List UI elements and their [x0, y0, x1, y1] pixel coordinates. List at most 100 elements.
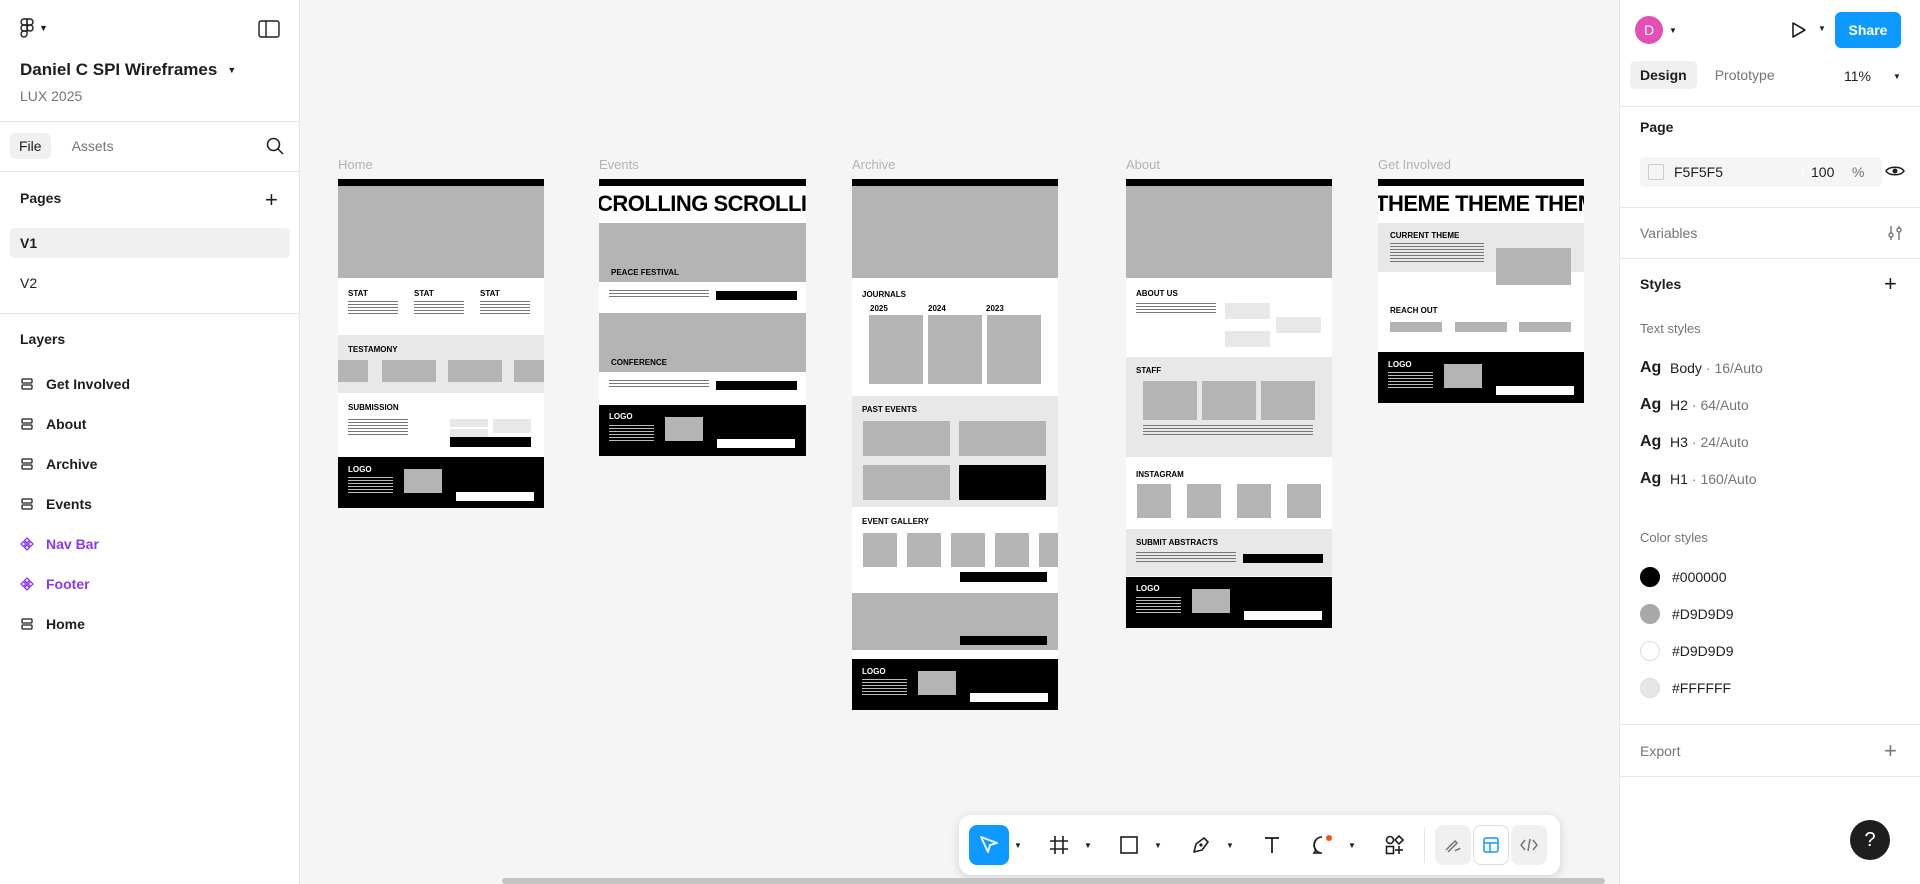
actions-icon — [1385, 834, 1405, 855]
layer-home[interactable]: Home — [20, 612, 85, 636]
frame-about[interactable]: ABOUT US STAFF INSTAGRAM SUBMIT ABSTRACT… — [1126, 179, 1332, 628]
zoom-level: 11% — [1844, 68, 1871, 84]
text-style-body[interactable]: Ag Body · 16/Auto — [1640, 359, 1763, 377]
dev-mode-button[interactable] — [1511, 825, 1547, 865]
testimony-title: TESTAMONY — [348, 345, 398, 354]
frame-label-home[interactable]: Home — [338, 157, 373, 172]
color-style-item[interactable]: #000000 — [1640, 567, 1727, 587]
learn-more-button — [716, 381, 797, 390]
footer-button — [970, 693, 1048, 702]
add-export-button[interactable]: + — [1884, 738, 1897, 764]
design-mode-button[interactable] — [1473, 825, 1509, 865]
move-tool-button[interactable] — [969, 825, 1009, 865]
variables-button[interactable] — [1886, 224, 1904, 247]
page-fill-field[interactable]: F5F5F5 100 % — [1640, 157, 1882, 187]
footer-field — [1192, 589, 1230, 613]
chevron-down-icon: ▼ — [1084, 840, 1092, 850]
project-name[interactable]: LUX 2025 — [20, 88, 82, 104]
divider — [1620, 258, 1920, 259]
layer-footer[interactable]: Footer — [20, 572, 90, 596]
tab-assets[interactable]: Assets — [63, 133, 123, 159]
add-page-button[interactable]: + — [265, 187, 278, 213]
stat-text — [414, 301, 464, 315]
color-style-item[interactable]: #D9D9D9 — [1640, 604, 1733, 624]
share-button[interactable]: Share — [1835, 12, 1901, 48]
color-style-item[interactable]: #FFFFFF — [1640, 678, 1731, 698]
footer-field — [918, 671, 956, 695]
layer-get-involved[interactable]: Get Involved — [20, 372, 130, 396]
toggle-sidebar-button[interactable] — [258, 20, 280, 43]
footer-text — [348, 477, 393, 493]
frame-get-involved[interactable]: THEME THEME THEME CURRENT THEME REACH OU… — [1378, 179, 1584, 403]
tab-prototype[interactable]: Prototype — [1705, 61, 1785, 89]
color-style-item[interactable]: #D9D9D9 — [1640, 641, 1733, 661]
actions-button[interactable] — [1375, 825, 1415, 865]
text-style-h2[interactable]: Ag H2 · 64/Auto — [1640, 396, 1749, 414]
text-style-h1[interactable]: Ag H1 · 160/Auto — [1640, 470, 1757, 488]
plus-icon: + — [1884, 271, 1897, 296]
main-menu-button[interactable]: ▼ — [20, 18, 48, 38]
play-icon — [1792, 22, 1806, 38]
frame-label-events[interactable]: Events — [599, 157, 639, 172]
gallery-image — [951, 533, 985, 567]
text-style-h3[interactable]: Ag H3 · 24/Auto — [1640, 433, 1749, 451]
reach-out-title: REACH OUT — [1390, 306, 1438, 315]
layer-archive[interactable]: Archive — [20, 452, 97, 476]
footer-logo: LOGO — [862, 667, 886, 676]
add-style-button[interactable]: + — [1884, 271, 1897, 297]
comment-tool-menu[interactable]: ▼ — [1345, 825, 1359, 865]
footer-text — [1388, 372, 1433, 388]
frame-layer-icon — [21, 498, 33, 510]
horizontal-scrollbar[interactable] — [502, 878, 1605, 884]
text-style-meta: · 24/Auto — [1691, 434, 1749, 450]
frame-home[interactable]: STAT STAT STAT TESTAMONY SUBMISSION LOGO — [338, 179, 544, 508]
toggle-visibility-button[interactable] — [1885, 163, 1905, 184]
tab-file[interactable]: File — [10, 133, 51, 159]
pen-tool-button[interactable] — [1181, 825, 1221, 865]
help-button[interactable]: ? — [1850, 820, 1890, 860]
sliders-icon — [1888, 226, 1902, 240]
journals-title: JOURNALS — [862, 290, 907, 299]
frame-tool-button[interactable] — [1039, 825, 1079, 865]
frame-layer-icon — [21, 618, 33, 630]
text-styles-title: Text styles — [1640, 321, 1701, 336]
color-styles-title: Color styles — [1640, 530, 1708, 545]
submit-abstracts-title: SUBMIT ABSTRACTS — [1136, 538, 1218, 547]
comment-tool-button[interactable] — [1303, 825, 1343, 865]
frame-archive[interactable]: JOURNALS 2025 2024 2023 PAST EVENTS EVEN… — [852, 179, 1058, 710]
present-button[interactable] — [1788, 20, 1808, 45]
frame-label-about[interactable]: About — [1126, 157, 1160, 172]
shape-tool-button[interactable] — [1109, 825, 1149, 865]
page-item-v2[interactable]: V2 — [10, 268, 290, 298]
variables-title[interactable]: Variables — [1640, 225, 1697, 241]
pen-tool-menu[interactable]: ▼ — [1223, 825, 1237, 865]
layer-label: Footer — [46, 576, 90, 592]
layer-about[interactable]: About — [20, 412, 86, 436]
frame-tool-menu[interactable]: ▼ — [1081, 825, 1095, 865]
about-text — [1136, 303, 1216, 315]
past-event-card — [863, 421, 950, 456]
present-menu[interactable]: ▼ — [1818, 24, 1826, 33]
frame-events[interactable]: CROLLING SCROLLING PEACE FESTIVAL CONFER… — [599, 179, 806, 456]
frame-label-get-involved[interactable]: Get Involved — [1378, 157, 1451, 172]
stat-label: STAT — [348, 289, 368, 298]
design-canvas[interactable]: Home STAT STAT STAT TESTAMONY SUBMISSION… — [300, 0, 1619, 884]
tab-design[interactable]: Design — [1630, 61, 1697, 89]
search-button[interactable] — [266, 137, 284, 160]
shape-tool-menu[interactable]: ▼ — [1151, 825, 1165, 865]
page-item-v1[interactable]: V1 — [10, 228, 290, 258]
nav-bar — [338, 179, 544, 186]
user-menu[interactable]: D ▼ — [1635, 16, 1677, 44]
layer-events[interactable]: Events — [20, 492, 92, 516]
text-style-icon: Ag — [1640, 396, 1662, 413]
text-tool-button[interactable] — [1252, 825, 1292, 865]
zoom-control[interactable]: 11% ▼ — [1844, 68, 1901, 84]
move-tool-menu[interactable]: ▼ — [1011, 825, 1025, 865]
nav-bar — [1126, 179, 1332, 186]
layer-nav-bar[interactable]: Nav Bar — [20, 532, 99, 556]
pages-title: Pages — [20, 190, 62, 206]
draw-mode-button[interactable] — [1435, 825, 1471, 865]
frame-label-archive[interactable]: Archive — [852, 157, 895, 172]
instagram-post — [1237, 484, 1271, 518]
file-name[interactable]: Daniel C SPI Wireframes ▼ — [20, 60, 236, 80]
